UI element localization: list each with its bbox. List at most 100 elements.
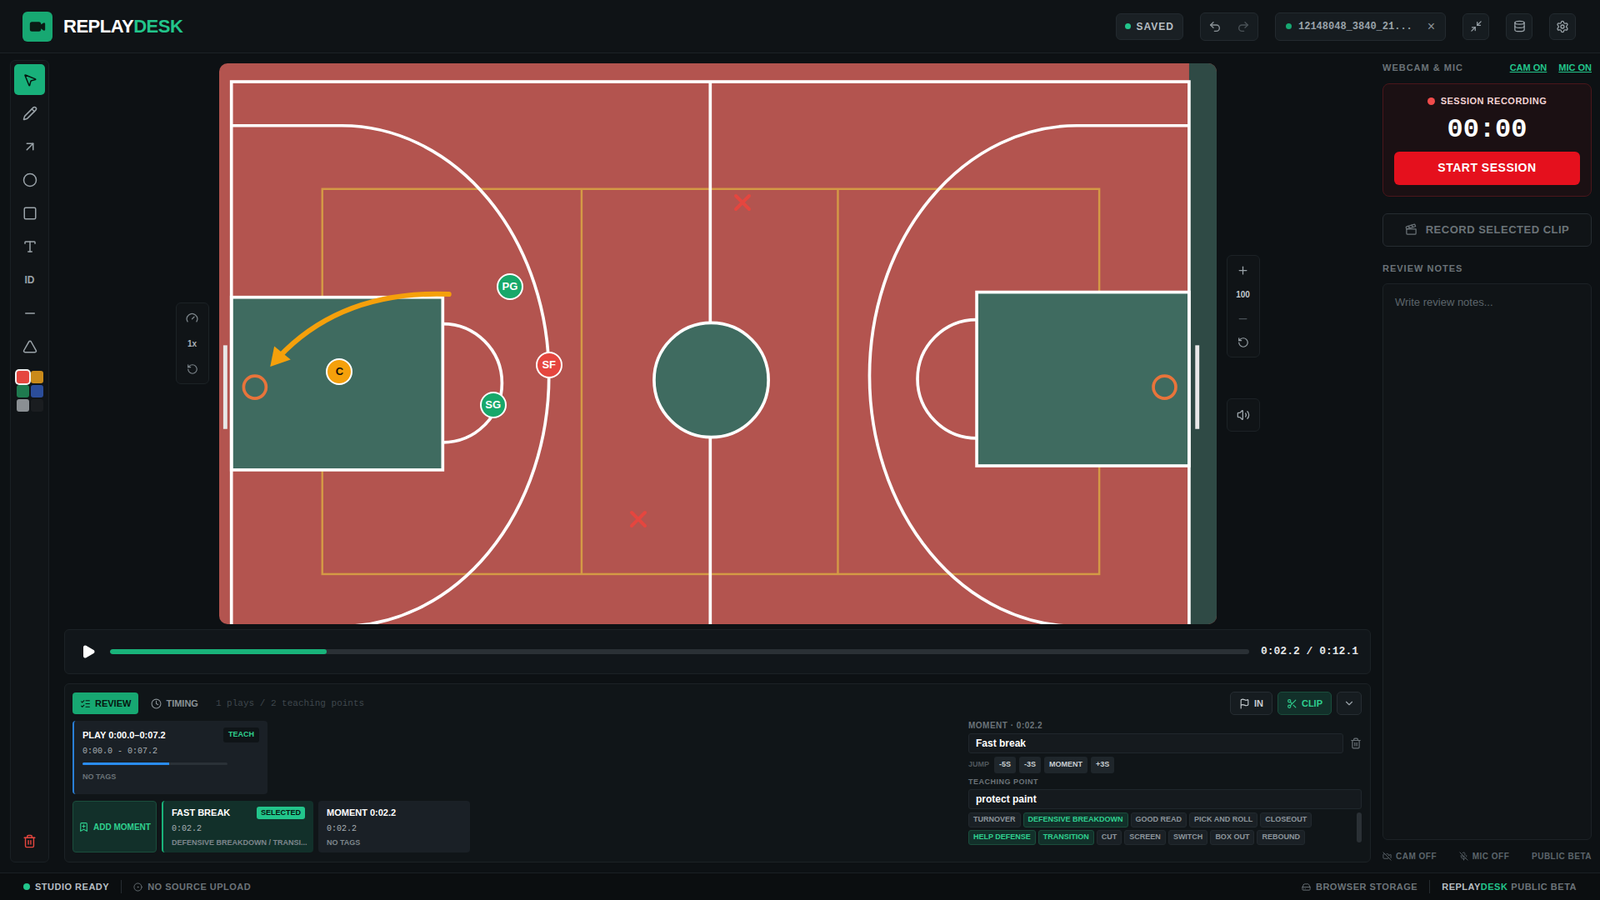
- review-tab[interactable]: REVIEW: [72, 692, 139, 715]
- minimize-icon: [1470, 20, 1483, 33]
- review-action[interactable]: CLIP: [1277, 691, 1332, 715]
- tag-chip[interactable]: HELP DEFENSE: [968, 830, 1036, 845]
- logo[interactable]: REPLAYDESK: [22, 11, 183, 42]
- more-button[interactable]: [1336, 691, 1362, 715]
- jump-button[interactable]: MOMENT: [1044, 756, 1088, 774]
- play-button[interactable]: [78, 641, 99, 662]
- jump-button[interactable]: -3S: [1019, 756, 1041, 774]
- scissors-icon: [1286, 698, 1298, 710]
- review-toolbar: REVIEWTIMING 1 plays / 2 teaching points I…: [72, 692, 1362, 715]
- redo-icon: [1236, 20, 1250, 34]
- player-marker[interactable]: PG: [496, 273, 524, 300]
- tool-button[interactable]: ID: [14, 264, 45, 295]
- reset-view-icon[interactable]: [1237, 336, 1250, 349]
- line-icon: [22, 305, 38, 321]
- player-marker[interactable]: SG: [480, 391, 507, 419]
- media-toggle[interactable]: CAM ON: [1510, 60, 1548, 75]
- media-toggle[interactable]: MIC ON: [1558, 60, 1592, 75]
- volume-button[interactable]: [1226, 398, 1260, 432]
- player-marker[interactable]: SF: [535, 351, 563, 379]
- storage-icon: [1301, 882, 1311, 892]
- rectangle-icon: [22, 205, 38, 221]
- status-bar: STUDIO READYNO SOURCE UPLOADBROWSER STOR…: [0, 872, 1600, 900]
- triangle-icon: [22, 339, 38, 355]
- speed-value[interactable]: 1x: [187, 337, 197, 350]
- moment-row: ADD MOMENTFAST BREAKSELECTED0:02.2DEFENS…: [72, 800, 959, 853]
- notes-input[interactable]: [1382, 283, 1592, 840]
- color-swatch[interactable]: [16, 370, 30, 384]
- tool-button[interactable]: [14, 197, 45, 229]
- speed-icon[interactable]: [185, 311, 199, 325]
- jump-button[interactable]: -5S: [994, 756, 1016, 774]
- start-session-button[interactable]: START SESSION: [1394, 151, 1580, 185]
- undo-button[interactable]: [1200, 13, 1230, 40]
- review-tab[interactable]: TIMING: [143, 692, 206, 715]
- settings-button[interactable]: [1549, 13, 1576, 40]
- moment-editor: MOMENT · 0:02.2JUMP-5S-3SMOMENT+3STEACHI…: [968, 720, 1362, 854]
- tag-chip[interactable]: TURNOVER: [968, 812, 1021, 828]
- moment-card[interactable]: FAST BREAKSELECTED0:02.2DEFENSIVE BREAKD…: [161, 800, 314, 853]
- x-mark[interactable]: [628, 509, 649, 530]
- tool-button[interactable]: [14, 64, 45, 95]
- chevron-down-icon: [1343, 697, 1355, 710]
- webcam-header: WEBCAM & MICCAM ONMIC ON: [1382, 60, 1592, 75]
- view-controls: 100: [1226, 255, 1260, 432]
- color-swatch[interactable]: [30, 370, 44, 384]
- file-close[interactable]: ×: [1427, 20, 1435, 34]
- zoom-value: 100: [1235, 288, 1250, 301]
- color-swatch[interactable]: [16, 399, 30, 412]
- pen-icon: [22, 105, 38, 121]
- review-action[interactable]: IN: [1230, 691, 1273, 715]
- tag-chip[interactable]: REBOUND: [1256, 830, 1305, 845]
- top-bar: REPLAYDESK SAVED 12148048_3840_21...×: [0, 0, 1600, 54]
- tool-button[interactable]: [14, 164, 45, 195]
- tag-chip[interactable]: SWITCH: [1168, 830, 1209, 845]
- color-swatch[interactable]: [30, 399, 44, 412]
- timeline-track[interactable]: [110, 649, 1250, 655]
- mic-off-icon: [1459, 851, 1469, 861]
- teaching-input[interactable]: [968, 789, 1362, 810]
- jump-button[interactable]: +3S: [1090, 756, 1115, 774]
- minimize-button[interactable]: [1462, 13, 1490, 40]
- x-mark[interactable]: [732, 192, 753, 213]
- tool-button[interactable]: [14, 230, 45, 262]
- tag-chip[interactable]: CUT: [1096, 830, 1123, 845]
- tag-chip[interactable]: SCREEN: [1124, 830, 1166, 845]
- save-status: SAVED: [1115, 13, 1184, 40]
- speed-panel: 1x: [175, 302, 210, 385]
- timeline-progress: [110, 649, 327, 655]
- tag-chip[interactable]: BOX OUT: [1210, 830, 1255, 845]
- ready-dot: [23, 883, 30, 890]
- tag-chip[interactable]: PICK AND ROLL: [1189, 812, 1258, 828]
- color-swatch[interactable]: [16, 385, 30, 398]
- tag-chip[interactable]: CLOSEOUT: [1260, 812, 1312, 828]
- video-frame[interactable]: PG SG SF C: [219, 63, 1217, 625]
- moment-title-input[interactable]: [968, 733, 1344, 754]
- tool-button[interactable]: [14, 297, 45, 329]
- moment-card[interactable]: MOMENT 0:02.20:02.2NO TAGS: [318, 800, 470, 853]
- zoom-out-icon[interactable]: [1236, 312, 1250, 325]
- arrow-icon: [22, 139, 38, 155]
- tag-chip[interactable]: DEFENSIVE BREAKDOWN: [1023, 812, 1129, 828]
- tag-chip[interactable]: TRANSITION: [1038, 830, 1095, 845]
- redo-button[interactable]: [1229, 13, 1258, 40]
- tool-button[interactable]: [14, 97, 45, 129]
- annotation-arrow[interactable]: [219, 63, 1217, 625]
- review-summary: 1 plays / 2 teaching points: [215, 696, 365, 711]
- tag-chip[interactable]: GOOD READ: [1130, 812, 1188, 828]
- storage-button[interactable]: [1505, 13, 1533, 40]
- file-pill[interactable]: 12148048_3840_21...×: [1275, 12, 1446, 41]
- reset-speed-icon[interactable]: [186, 363, 199, 375]
- player-marker[interactable]: C: [325, 358, 353, 385]
- tag-scrollbar[interactable]: [1356, 812, 1362, 843]
- status-item: NO SOURCE UPLOAD: [120, 880, 251, 895]
- record-clip-button[interactable]: RECORD SELECTED CLIP: [1382, 213, 1592, 247]
- tool-button[interactable]: [14, 330, 45, 362]
- clear-button[interactable]: [14, 828, 45, 854]
- play-card[interactable]: PLAY 0:00.0–0:07.2TEACH0:00.0 - 0:07.2NO…: [72, 720, 268, 795]
- add-moment-button[interactable]: ADD MOMENT: [72, 800, 157, 853]
- color-swatch[interactable]: [30, 385, 44, 398]
- zoom-in-icon[interactable]: [1236, 264, 1250, 277]
- tool-button[interactable]: [14, 130, 45, 162]
- delete-moment-icon[interactable]: [1350, 737, 1362, 750]
